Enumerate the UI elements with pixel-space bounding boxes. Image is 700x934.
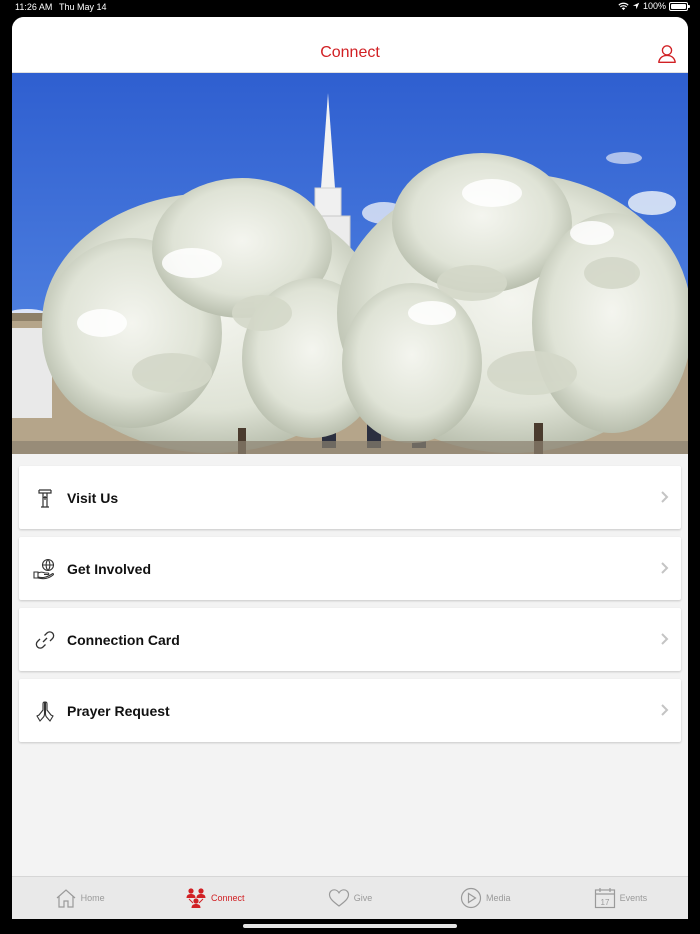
tab-label: Connect (211, 893, 245, 903)
hand-globe-icon (33, 557, 57, 581)
menu-item-label: Prayer Request (67, 702, 170, 719)
calendar-day: 17 (600, 898, 609, 907)
status-bar: 11:26 AM Thu May 14 100% (0, 0, 700, 16)
menu-item-prayer-request[interactable]: Prayer Request (19, 679, 681, 742)
tab-events[interactable]: 17 Events (553, 877, 688, 919)
home-indicator[interactable] (243, 924, 457, 928)
hero-image (12, 73, 688, 454)
tab-label: Home (80, 893, 105, 903)
chevron-right-icon (661, 491, 669, 503)
people-icon (186, 888, 206, 908)
menu-item-visit-us[interactable]: Visit Us (19, 466, 681, 529)
tab-bar: Home Connect Give Media 17 Events (12, 876, 688, 919)
tab-label: Events (619, 893, 648, 903)
wifi-icon (618, 2, 629, 10)
menu-item-get-involved[interactable]: Get Involved (19, 537, 681, 600)
heart-icon (328, 889, 349, 907)
location-icon (632, 2, 640, 10)
home-icon (56, 889, 75, 908)
battery-percent: 100% (642, 1, 666, 11)
church-icon (33, 486, 57, 510)
tab-label: Give (353, 893, 373, 903)
tab-media[interactable]: Media (418, 877, 553, 919)
status-date: Thu May 14 (59, 2, 107, 12)
app-window: Connect Visit Us Get Involved Connection… (12, 17, 688, 919)
chevron-right-icon (661, 704, 669, 716)
play-icon (460, 887, 482, 909)
tab-connect[interactable]: Connect (147, 877, 282, 919)
tab-give[interactable]: Give (282, 877, 417, 919)
battery-icon (669, 1, 690, 11)
chevron-right-icon (661, 633, 669, 645)
person-icon[interactable] (656, 43, 678, 65)
status-right: 100% (618, 1, 690, 11)
nav-bar: Connect (12, 17, 688, 73)
praying-hands-icon (33, 699, 57, 723)
menu-item-label: Visit Us (67, 489, 119, 506)
tab-home[interactable]: Home (12, 877, 147, 919)
calendar-icon: 17 (594, 888, 615, 909)
link-icon (33, 628, 57, 652)
tab-label: Media (485, 893, 511, 903)
chevron-right-icon (661, 562, 669, 574)
page-title: Connect (320, 44, 380, 61)
church-photo (12, 73, 688, 454)
status-time: 11:26 AM (15, 2, 53, 12)
menu-item-label: Get Involved (67, 560, 152, 577)
menu-item-label: Connection Card (67, 631, 180, 648)
connect-menu: Visit Us Get Involved Connection Card Pr… (19, 466, 681, 750)
menu-item-connection-card[interactable]: Connection Card (19, 608, 681, 671)
